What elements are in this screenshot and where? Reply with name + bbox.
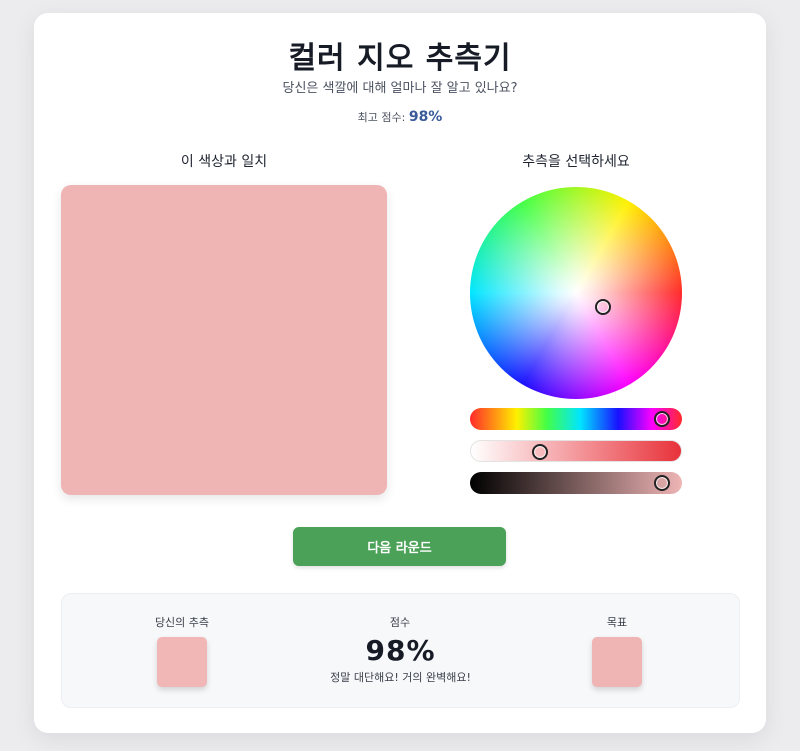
page-subtitle: 당신은 색깔에 대해 얼마나 잘 알고 있나요? bbox=[282, 81, 518, 96]
target-result-label: 목표 bbox=[606, 616, 628, 629]
brightness-slider-handle[interactable] bbox=[654, 475, 670, 491]
color-wheel-handle[interactable] bbox=[595, 299, 611, 315]
saturation-slider-handle[interactable] bbox=[532, 444, 548, 460]
page-title: 컬러 지오 추측기 bbox=[288, 41, 512, 76]
saturation-slider[interactable] bbox=[470, 440, 682, 462]
target-color-swatch bbox=[61, 185, 387, 495]
next-round-button[interactable]: 다음 라운드 bbox=[293, 527, 506, 566]
best-score-value: 98% bbox=[408, 109, 443, 125]
color-wheel[interactable] bbox=[470, 187, 682, 399]
target-result-swatch bbox=[592, 637, 642, 687]
hue-slider[interactable] bbox=[470, 408, 682, 430]
score-label: 점수 bbox=[389, 616, 411, 629]
best-score-label: 최고 점수: bbox=[357, 111, 406, 124]
target-heading: 이 색상과 일치 bbox=[180, 154, 268, 170]
brightness-slider[interactable] bbox=[470, 472, 682, 494]
hue-slider-handle[interactable] bbox=[654, 411, 670, 427]
results-panel: 당신의 추측 점수 98% 정말 대단해요! 거의 완벽해요! 목표 bbox=[61, 593, 740, 708]
best-score: 최고 점수: 98% bbox=[34, 109, 766, 125]
color-wheel-area[interactable] bbox=[470, 187, 682, 399]
guess-label: 당신의 추측 bbox=[154, 616, 210, 629]
game-card: 컬러 지오 추측기 당신은 색깔에 대해 얼마나 잘 알고 있나요? 최고 점수… bbox=[34, 13, 766, 733]
picker-heading: 추측을 선택하세요 bbox=[522, 154, 630, 170]
